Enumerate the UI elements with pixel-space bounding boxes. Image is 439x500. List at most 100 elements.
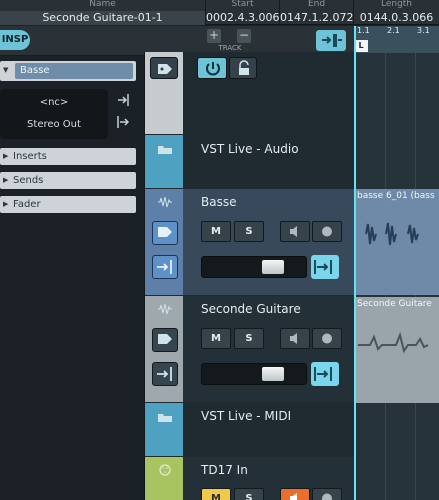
info-line: Name Seconde Guitare-01-1 Start 0002.4.3… — [0, 0, 439, 25]
input-icon[interactable] — [115, 92, 131, 108]
track-name[interactable]: VST Live - Audio — [201, 142, 299, 156]
speaker-icon — [290, 493, 297, 500]
info-start-header: Start — [231, 0, 254, 9]
info-start-column[interactable]: Start 0002.4.3.006 — [206, 0, 280, 25]
tag-button[interactable] — [152, 221, 178, 245]
inspector-track-header[interactable]: ▼ Basse — [0, 61, 136, 81]
audio-waveform-icon — [157, 303, 173, 315]
sends-section[interactable]: ▶ Sends — [0, 172, 136, 189]
power-button[interactable] — [197, 57, 227, 79]
expand-triangle-icon: ▶ — [3, 152, 9, 160]
event-name: basse 6_01 (bass — [357, 191, 435, 201]
record-button[interactable] — [312, 488, 342, 500]
record-button[interactable] — [312, 221, 342, 242]
left-locator[interactable]: L — [354, 40, 368, 52]
track-name[interactable]: TD17 In — [201, 463, 248, 477]
record-icon — [322, 226, 332, 237]
folder-track-audio[interactable]: VST Live - Audio — [145, 135, 356, 188]
folder-icon — [157, 143, 173, 155]
audio-event-basse[interactable]: basse 6_01 (bass — [356, 189, 439, 295]
ruler-tick: 2.1 — [387, 26, 400, 35]
routing-icon — [322, 34, 342, 47]
cubase-window: Name Seconde Guitare-01-1 Start 0002.4.3… — [0, 0, 439, 500]
inserts-section-label: Inserts — [13, 151, 47, 162]
inspector-track-name[interactable]: Basse — [15, 63, 133, 79]
mute-button[interactable]: M — [201, 328, 231, 349]
track-td17-in[interactable]: TD17 In M S — [145, 457, 356, 500]
info-length-column[interactable]: Length 0144.0.3.066 — [354, 0, 439, 25]
output-routing-button[interactable] — [311, 255, 339, 279]
fader-section-label: Fader — [13, 199, 41, 210]
tag-button[interactable] — [150, 57, 178, 79]
info-name-header: Name — [89, 0, 116, 9]
folder-icon — [157, 411, 173, 423]
track-name[interactable]: Basse — [201, 195, 236, 209]
track-basse[interactable]: Basse M S — [145, 189, 356, 295]
fader-section[interactable]: ▶ Fader — [0, 196, 136, 213]
info-end-value[interactable]: 0147.1.2.072 — [280, 11, 353, 25]
output-icon — [314, 367, 332, 381]
input-routing-button[interactable] — [152, 362, 178, 386]
event-name: Seconde Guitare — [357, 299, 432, 309]
info-end-column[interactable]: End 0147.1.2.072 — [280, 0, 354, 25]
input-routing-button[interactable] — [152, 255, 178, 279]
info-length-value[interactable]: 0144.0.3.066 — [354, 11, 439, 25]
mute-button[interactable]: M — [201, 221, 231, 242]
output-icon — [314, 260, 332, 274]
track-name[interactable]: VST Live - MIDI — [201, 409, 291, 423]
track-seconde-guitare[interactable]: Seconde Guitare M S — [145, 296, 356, 402]
output-routing-button[interactable] — [311, 362, 339, 386]
routing-toggle-button[interactable] — [316, 30, 346, 51]
input-icon — [157, 367, 172, 381]
lock-icon — [239, 60, 249, 75]
track-list: VST Live - Audio Basse M S Seconde Guita… — [144, 52, 356, 500]
input-icon — [157, 260, 172, 274]
remove-track-button[interactable]: − — [237, 29, 251, 43]
waveform-icon — [358, 331, 429, 354]
input-routing-field[interactable]: <nc> — [0, 91, 108, 115]
output-routing-field[interactable]: Stereo Out — [0, 113, 108, 137]
record-icon — [322, 333, 332, 344]
fader-cap[interactable] — [262, 367, 284, 381]
timeline-ruler[interactable]: 1.1 2.1 3.1 L — [354, 26, 439, 53]
project-cursor[interactable] — [354, 26, 356, 500]
audio-event-seconde-guitare[interactable]: Seconde Guitare — [356, 297, 439, 403]
volume-fader[interactable] — [201, 363, 307, 385]
track-label: TRACK — [218, 44, 242, 52]
info-length-header: Length — [380, 0, 413, 9]
expand-triangle-icon: ▶ — [3, 176, 9, 184]
add-track-button[interactable]: + — [207, 29, 221, 43]
mute-button[interactable]: M — [201, 488, 231, 500]
info-start-value[interactable]: 0002.4.3.006 — [206, 11, 279, 25]
record-button[interactable] — [312, 328, 342, 349]
monitor-button[interactable] — [280, 221, 310, 242]
arrange-window[interactable]: 1.1 2.1 3.1 L basse 6_01 (bass Seconde G… — [354, 26, 439, 500]
ruler-tick: 1.1 — [357, 26, 370, 35]
track-name[interactable]: Seconde Guitare — [201, 302, 301, 316]
folder-track-midi[interactable]: VST Live - MIDI — [145, 403, 356, 456]
inserts-section[interactable]: ▶ Inserts — [0, 148, 136, 165]
collapse-triangle-icon[interactable]: ▼ — [3, 66, 8, 74]
tag-button[interactable] — [152, 328, 178, 352]
info-name-column[interactable]: Name Seconde Guitare-01-1 — [0, 0, 206, 25]
fader-cap[interactable] — [262, 260, 284, 274]
inspector-panel: ▼ Basse <nc> Stereo Out ▶ Inserts ▶ Send… — [0, 57, 138, 500]
output-icon[interactable] — [115, 114, 131, 130]
solo-button[interactable]: S — [234, 488, 264, 500]
solo-button[interactable]: S — [234, 221, 264, 242]
inspector-toggle-button[interactable]: INSP — [0, 30, 30, 50]
solo-button[interactable]: S — [234, 328, 264, 349]
monitor-button[interactable] — [280, 488, 310, 500]
tag-icon — [158, 227, 172, 237]
ruler-tick: 3.1 — [417, 26, 430, 35]
waveform-icon — [365, 222, 419, 246]
monitor-button[interactable] — [280, 328, 310, 349]
io-routing-box: <nc> Stereo Out — [0, 89, 108, 139]
sends-section-label: Sends — [13, 175, 44, 186]
lock-button[interactable] — [229, 57, 257, 79]
power-icon — [206, 62, 220, 76]
volume-fader[interactable] — [201, 256, 307, 278]
info-name-value[interactable]: Seconde Guitare-01-1 — [0, 11, 205, 25]
record-icon — [322, 493, 332, 500]
midi-icon — [157, 464, 173, 476]
